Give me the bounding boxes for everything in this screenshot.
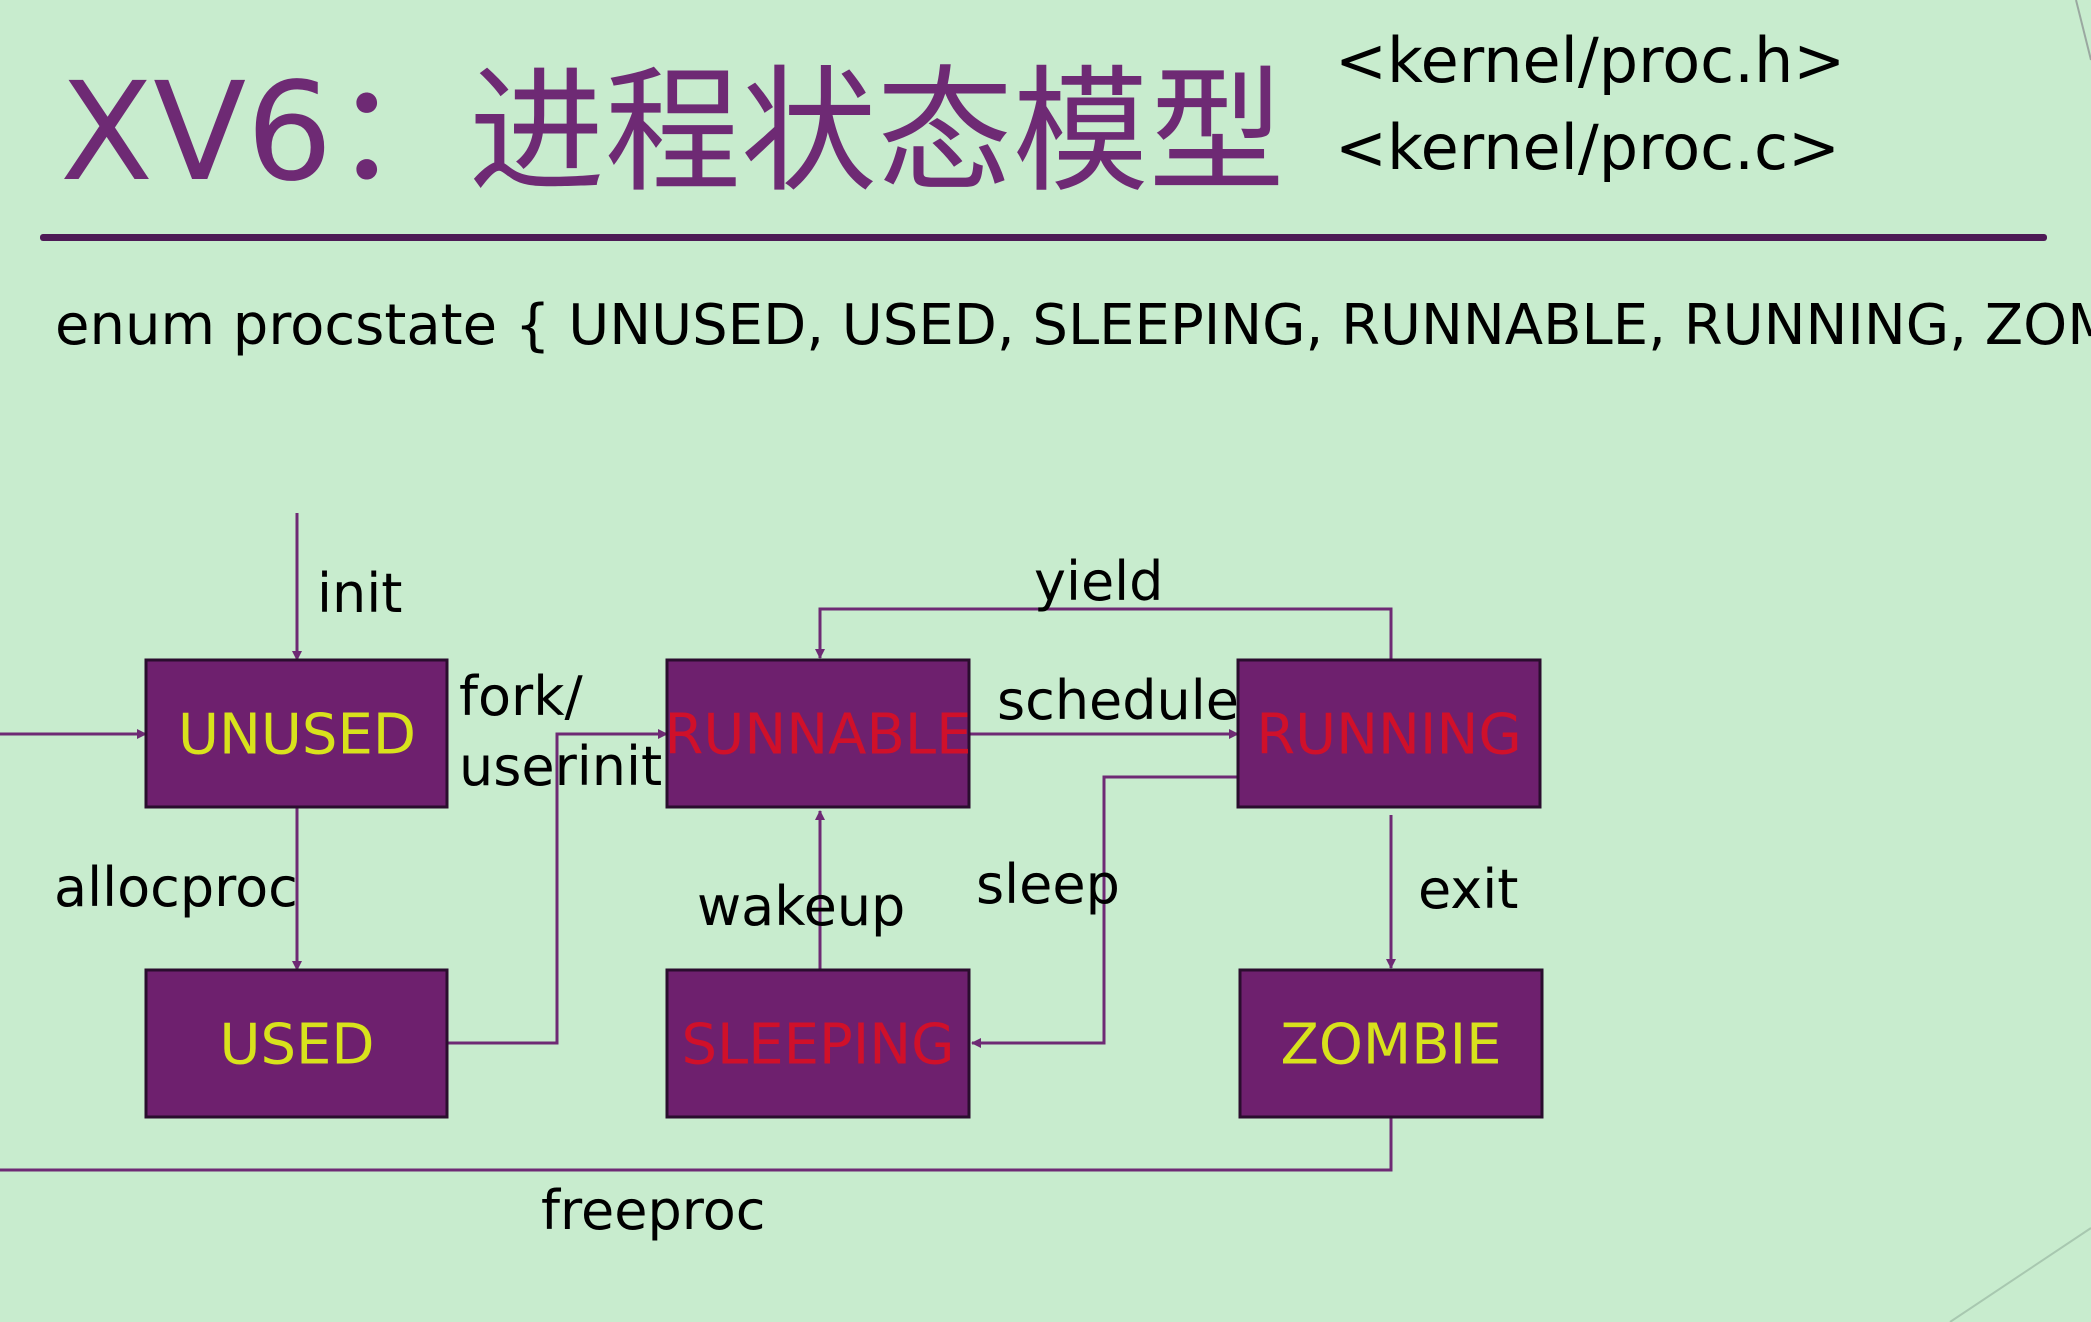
state-diagram: UNUSED USED RUNNABLE SLEEPING RUNNING ZO…: [0, 0, 2091, 1322]
transition-label-fork: fork/: [459, 665, 584, 728]
state-label-unused: UNUSED: [178, 703, 416, 768]
transition-label-sleep: sleep: [976, 853, 1120, 916]
corner-decoration-line: [2075, 0, 2091, 61]
slide: { "title": "XV6：进程状态模型", "subtitle": ["<…: [0, 0, 2091, 1322]
transition-label-yield: yield: [1034, 550, 1163, 613]
state-label-sleeping: SLEEPING: [681, 1013, 954, 1078]
yield-edge: [815, 607, 1393, 660]
transition-label-allocproc: allocproc: [54, 856, 298, 919]
state-label-used: USED: [219, 1013, 374, 1078]
state-label-runnable: RUNNABLE: [665, 703, 972, 768]
transition-label-freeproc: freeproc: [541, 1179, 766, 1242]
state-label-zombie: ZOMBIE: [1280, 1013, 1501, 1078]
transition-label-init: init: [317, 562, 402, 625]
transition-label-schedule: schedule: [997, 669, 1239, 732]
freeproc-edge: [0, 1117, 1393, 1172]
state-label-running: RUNNING: [1256, 703, 1521, 768]
transition-label-userinit: userinit: [459, 735, 662, 798]
transition-label-wakeup: wakeup: [697, 875, 905, 938]
transition-label-exit: exit: [1418, 858, 1518, 921]
corner-decoration-line: [1949, 1227, 2091, 1322]
